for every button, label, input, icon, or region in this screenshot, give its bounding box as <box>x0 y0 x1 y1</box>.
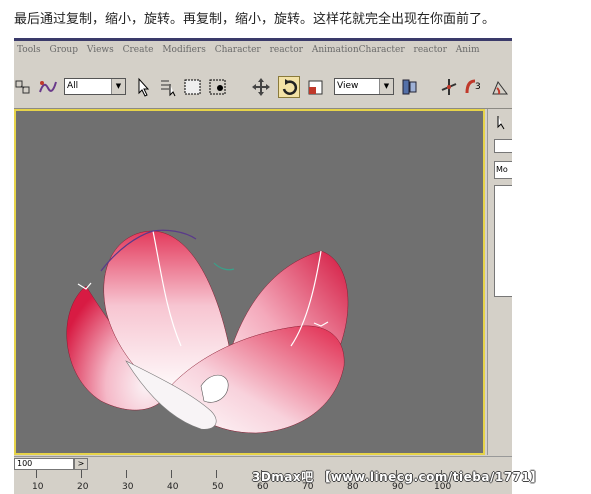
ruler-label: 10 <box>32 482 44 492</box>
object-name-field[interactable] <box>494 139 512 153</box>
svg-text:3: 3 <box>475 82 481 92</box>
select-arrow-icon[interactable] <box>132 76 154 98</box>
reference-coord-value: View <box>337 81 359 91</box>
frame-counter[interactable]: 100 <box>14 458 74 470</box>
snap-3d-icon[interactable]: 3 <box>464 76 486 98</box>
3dsmax-screenshot: Tools Group Views Create Modifiers Chara… <box>14 38 512 494</box>
main-toolbar: All ▼ View ▼ 3 <box>14 60 512 109</box>
reference-coord-dropdown[interactable]: View ▼ <box>334 78 394 95</box>
chevron-down-icon: ▼ <box>379 79 393 94</box>
menu-anim[interactable]: Anim <box>453 41 483 55</box>
scale-icon[interactable] <box>305 76 327 98</box>
menu-tools[interactable]: Tools <box>14 41 44 55</box>
post-caption: 最后通过复制，缩小，旋转。再复制，缩小，旋转。这样花就完全出现在你面前了。 <box>14 12 496 27</box>
flower-render <box>66 229 349 434</box>
rotate-icon[interactable] <box>278 76 300 98</box>
menu-reactor[interactable]: reactor <box>267 41 306 55</box>
ruler-label: 20 <box>77 482 89 492</box>
modifier-list-label: Mo <box>496 165 508 174</box>
menu-animation-character[interactable]: AnimationCharacter <box>309 41 408 55</box>
ruler-label: 40 <box>167 482 179 492</box>
pivot-center-icon[interactable] <box>399 76 421 98</box>
selection-filter-value: All <box>67 81 79 91</box>
ruler-label: 30 <box>122 482 134 492</box>
menu-create[interactable]: Create <box>120 41 157 55</box>
command-panel: Mo <box>487 109 512 455</box>
bind-space-warp-icon[interactable] <box>36 76 58 98</box>
move-icon[interactable] <box>250 76 272 98</box>
modifier-stack-list[interactable] <box>494 185 512 297</box>
menu-modifiers[interactable]: Modifiers <box>159 41 209 55</box>
modifier-list-field[interactable]: Mo <box>494 161 512 179</box>
menu-reactor-2[interactable]: reactor <box>411 41 450 55</box>
link-icon[interactable] <box>14 76 36 98</box>
menu-character[interactable]: Character <box>212 41 264 55</box>
site-watermark: 3Dmax吧 【www.linecg.com/tieba/1771】 <box>252 470 543 484</box>
ruler-label: 50 <box>212 482 224 492</box>
angle-snap-icon[interactable] <box>489 76 511 98</box>
next-frame-button[interactable]: > <box>74 458 88 470</box>
selection-filter-dropdown[interactable]: All ▼ <box>64 78 126 95</box>
perspective-viewport[interactable] <box>14 109 485 455</box>
menu-group[interactable]: Group <box>47 41 81 55</box>
window-crossing-icon[interactable] <box>207 76 229 98</box>
menu-views[interactable]: Views <box>84 41 117 55</box>
command-panel-tab-icon[interactable] <box>492 113 511 131</box>
select-by-name-icon[interactable] <box>157 76 179 98</box>
curve-teal <box>213 262 235 271</box>
menu-bar: Tools Group Views Create Modifiers Chara… <box>14 38 512 60</box>
rectangle-selection-icon[interactable] <box>182 76 204 98</box>
select-manipulate-icon[interactable] <box>438 76 460 98</box>
chevron-down-icon: ▼ <box>111 79 125 94</box>
petal-tip-left <box>77 282 92 290</box>
